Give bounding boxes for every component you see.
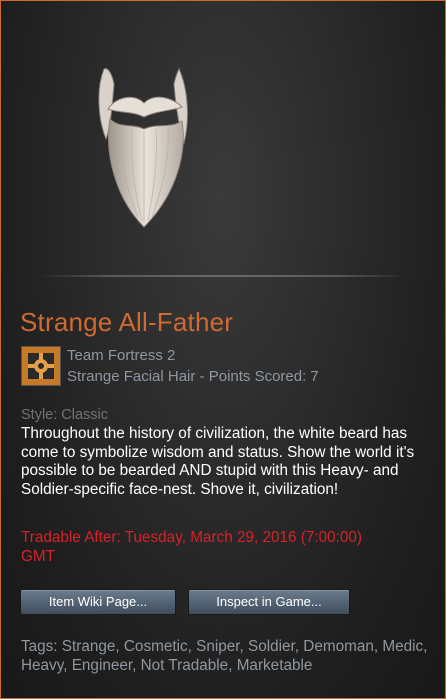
item-info-panel: Strange All-Father Team Fortress 2 Stran… xyxy=(0,0,446,699)
item-wiki-page-button[interactable]: Item Wiki Page... xyxy=(20,589,176,615)
item-title: Strange All-Father xyxy=(20,307,234,337)
item-description: Throughout the history of civilization, … xyxy=(21,425,415,498)
game-name: Team Fortress 2 xyxy=(67,347,176,364)
tradable-after-notice: Tradable After: Tuesday, March 29, 2016 … xyxy=(21,529,362,565)
divider xyxy=(41,275,407,277)
tf2-game-icon xyxy=(21,346,61,386)
item-type: Strange Facial Hair - Points Scored: 7 xyxy=(67,368,319,385)
beard-item-image xyxy=(98,68,188,228)
inspect-in-game-button[interactable]: Inspect in Game... xyxy=(188,589,350,615)
item-style: Style: Classic xyxy=(21,407,109,423)
item-tags: Tags: Strange, Cosmetic, Sniper, Soldier… xyxy=(21,638,428,674)
